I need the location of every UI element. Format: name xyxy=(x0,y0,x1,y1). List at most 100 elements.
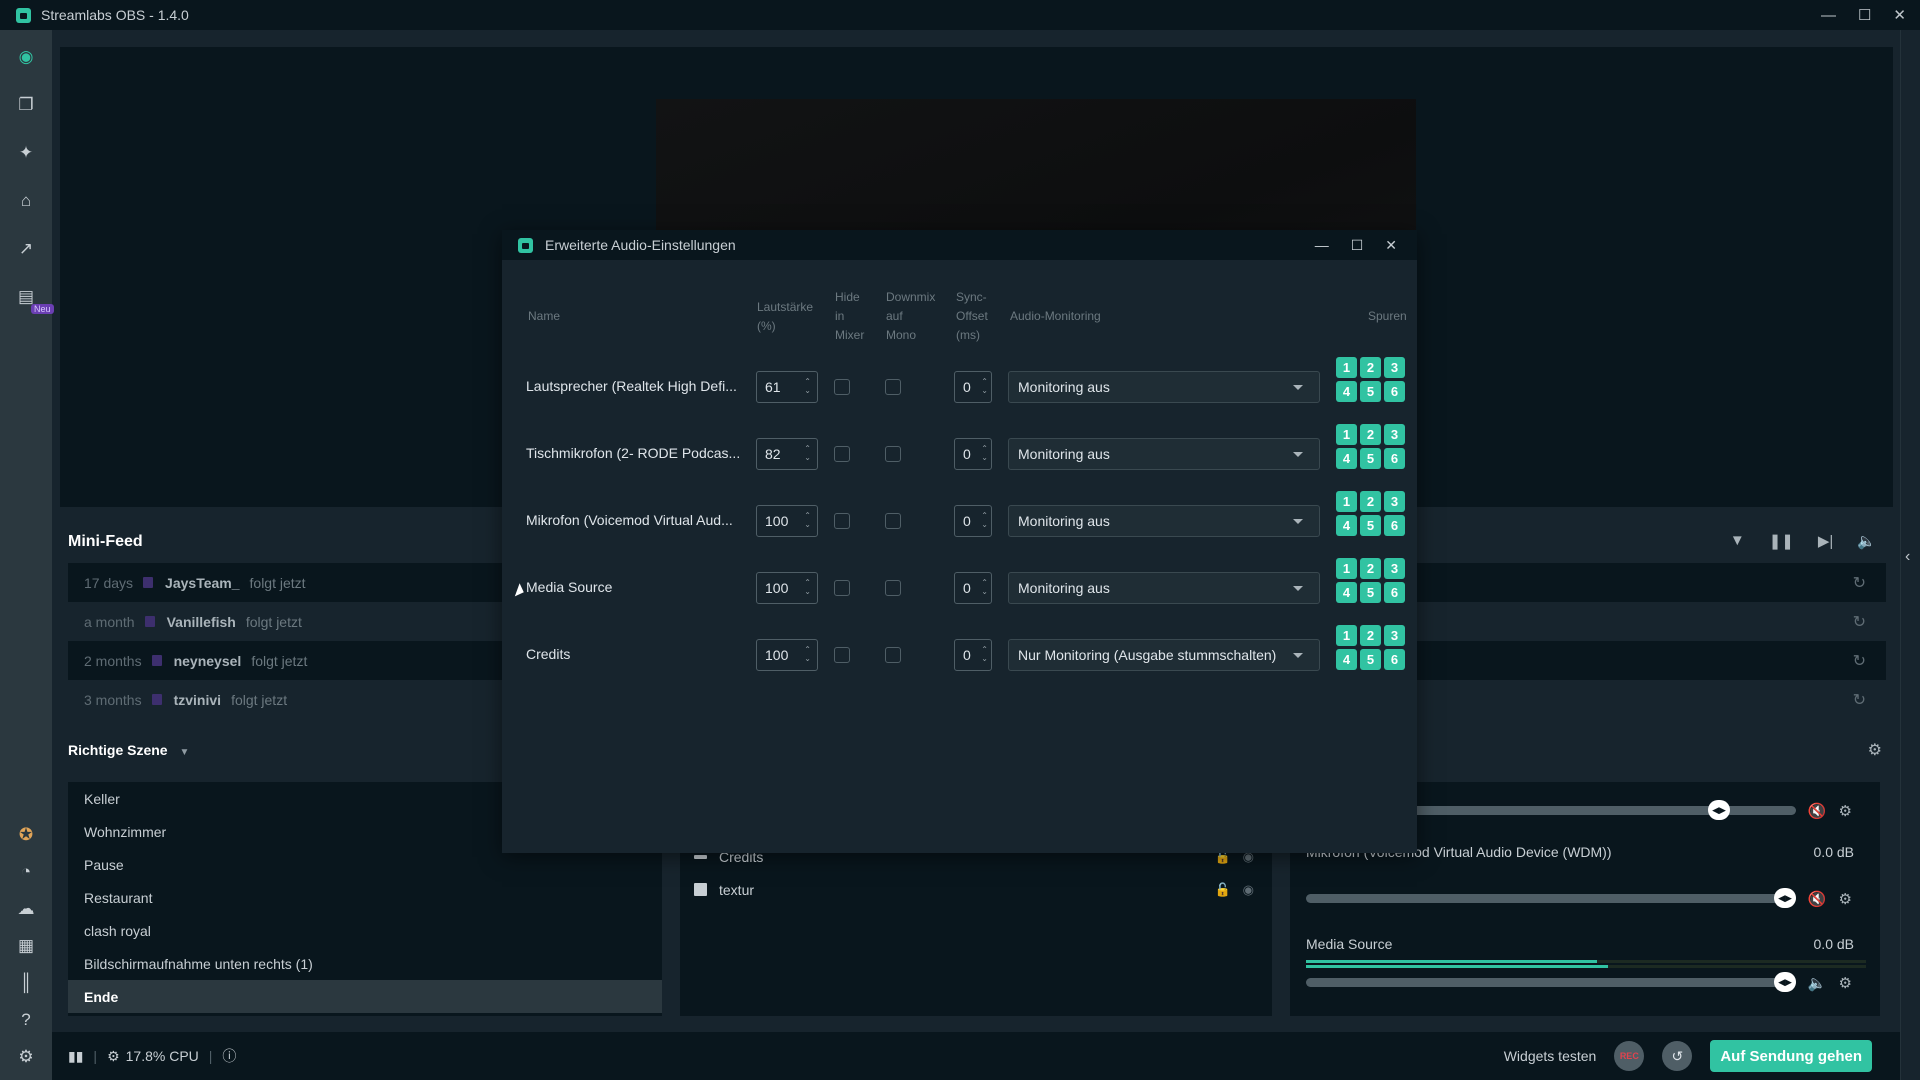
monitoring-select[interactable]: Monitoring aus xyxy=(1008,505,1320,537)
muted-speaker-icon[interactable]: 🔇 xyxy=(1808,802,1827,820)
track-toggle[interactable]: 2 xyxy=(1360,625,1381,646)
hide-in-mixer-checkbox[interactable] xyxy=(834,580,850,596)
track-toggle[interactable]: 6 xyxy=(1384,649,1405,670)
gear-icon[interactable]: ⚙ xyxy=(1839,974,1852,992)
gear-icon[interactable]: ⚙ xyxy=(15,1046,37,1068)
scene-collection-selector[interactable]: Richtige Szene ▼ xyxy=(68,742,189,758)
downmix-mono-checkbox[interactable] xyxy=(885,580,901,596)
columns-icon[interactable]: ║ xyxy=(15,972,37,994)
replay-icon[interactable]: ↻ xyxy=(1853,573,1866,593)
track-toggle[interactable]: 4 xyxy=(1336,515,1357,536)
sync-offset-input[interactable]: 0 ⌃ ⌄ xyxy=(954,639,992,671)
eye-icon[interactable]: ◉ xyxy=(1243,882,1254,898)
track-toggle[interactable]: 3 xyxy=(1384,357,1405,378)
track-toggle[interactable]: 1 xyxy=(1336,558,1357,579)
grid-icon[interactable]: ▦ xyxy=(15,935,37,957)
slider-thumb[interactable]: ◀▶ xyxy=(1774,888,1796,908)
spinner-icon[interactable]: ⌃ ⌄ xyxy=(804,645,811,663)
track-toggle[interactable]: 4 xyxy=(1336,649,1357,670)
replay-icon[interactable]: ↻ xyxy=(1853,690,1866,710)
stats-icon[interactable]: ▮▮ xyxy=(68,1048,83,1065)
scene-item[interactable]: Bildschirmaufnahme unten rechts (1) xyxy=(68,947,662,980)
volume-slider[interactable]: ◀▶ xyxy=(1306,972,1796,992)
dialog-minimize-button[interactable]: — xyxy=(1315,237,1329,253)
dialog-maximize-button[interactable]: ☐ xyxy=(1351,237,1364,254)
scene-item[interactable]: Restaurant xyxy=(68,881,662,914)
track-toggle[interactable]: 2 xyxy=(1360,558,1381,579)
gear-icon[interactable]: ⚙ xyxy=(1839,802,1852,820)
volume-input[interactable]: 82 ⌃ ⌄ xyxy=(756,438,818,470)
skip-icon[interactable]: ▶| xyxy=(1818,532,1833,550)
volume-input[interactable]: 100 ⌃ ⌄ xyxy=(756,572,818,604)
spinner-icon[interactable]: ⌃ ⌄ xyxy=(981,645,988,663)
source-item[interactable]: textur 🔓 ◉ xyxy=(680,873,1272,906)
monitoring-select[interactable]: Monitoring aus xyxy=(1008,371,1320,403)
scene-item-active[interactable]: Ende xyxy=(68,980,662,1013)
track-toggle[interactable]: 1 xyxy=(1336,357,1357,378)
chart-icon[interactable]: ↗ xyxy=(15,238,37,260)
track-toggle[interactable]: 1 xyxy=(1336,491,1357,512)
volume-slider[interactable]: ◀▶ xyxy=(1306,888,1796,908)
hide-in-mixer-checkbox[interactable] xyxy=(834,647,850,663)
downmix-mono-checkbox[interactable] xyxy=(885,647,901,663)
track-toggle[interactable]: 1 xyxy=(1336,424,1357,445)
lock-icon[interactable]: 🔓 xyxy=(1214,882,1230,898)
camera-icon[interactable]: ◉ xyxy=(15,46,37,68)
chevron-left-icon[interactable]: ‹ xyxy=(1905,548,1910,566)
track-toggle[interactable]: 1 xyxy=(1336,625,1357,646)
hide-in-mixer-checkbox[interactable] xyxy=(834,513,850,529)
replay-icon[interactable]: ↻ xyxy=(1853,651,1866,671)
speaker-icon[interactable]: 🔈 xyxy=(1808,974,1827,992)
scene-item[interactable]: clash royal xyxy=(68,914,662,947)
volume-input[interactable]: 100 ⌃ ⌄ xyxy=(756,505,818,537)
sync-offset-input[interactable]: 0 ⌃ ⌄ xyxy=(954,371,992,403)
record-button[interactable]: REC xyxy=(1614,1041,1645,1071)
downmix-mono-checkbox[interactable] xyxy=(885,446,901,462)
speedometer-icon[interactable]: ◔ xyxy=(15,861,37,883)
store-icon[interactable]: ⌂ xyxy=(15,190,37,212)
track-toggle[interactable]: 5 xyxy=(1360,381,1381,402)
hide-in-mixer-checkbox[interactable] xyxy=(834,379,850,395)
mixer-settings-gear-icon[interactable]: ⚙ xyxy=(1868,740,1882,760)
replay-buffer-button[interactable]: ↺ xyxy=(1662,1041,1693,1071)
replay-icon[interactable]: ↻ xyxy=(1853,612,1866,632)
track-toggle[interactable]: 6 xyxy=(1384,515,1405,536)
sync-offset-input[interactable]: 0 ⌃ ⌄ xyxy=(954,572,992,604)
monitoring-select[interactable]: Monitoring aus xyxy=(1008,572,1320,604)
help-icon[interactable]: ? xyxy=(15,1009,37,1031)
volume-input[interactable]: 61 ⌃ ⌄ xyxy=(756,371,818,403)
slider-thumb[interactable]: ◀▶ xyxy=(1774,972,1796,992)
track-toggle[interactable]: 3 xyxy=(1384,625,1405,646)
test-widgets-button[interactable]: Widgets testen xyxy=(1504,1048,1597,1064)
volume-input[interactable]: 100 ⌃ ⌄ xyxy=(756,639,818,671)
volume-icon[interactable]: 🔈 xyxy=(1857,532,1876,550)
spinner-icon[interactable]: ⌃ ⌄ xyxy=(981,511,988,529)
spinner-icon[interactable]: ⌃ ⌄ xyxy=(804,511,811,529)
sync-offset-input[interactable]: 0 ⌃ ⌄ xyxy=(954,505,992,537)
spinner-icon[interactable]: ⌃ ⌄ xyxy=(804,578,811,596)
track-toggle[interactable]: 2 xyxy=(1360,424,1381,445)
minimize-button[interactable]: — xyxy=(1821,7,1836,24)
spinner-icon[interactable]: ⌃ ⌄ xyxy=(804,377,811,395)
track-toggle[interactable]: 2 xyxy=(1360,357,1381,378)
track-toggle[interactable]: 6 xyxy=(1384,448,1405,469)
hide-in-mixer-checkbox[interactable] xyxy=(834,446,850,462)
muted-speaker-icon[interactable]: 🔇 xyxy=(1808,890,1827,908)
spinner-icon[interactable]: ⌃ ⌄ xyxy=(981,377,988,395)
track-toggle[interactable]: 5 xyxy=(1360,649,1381,670)
info-icon[interactable]: ⓘ xyxy=(222,1046,236,1066)
maximize-button[interactable]: ☐ xyxy=(1858,6,1871,24)
track-toggle[interactable]: 4 xyxy=(1336,582,1357,603)
track-toggle[interactable]: 6 xyxy=(1384,381,1405,402)
close-button[interactable]: ✕ xyxy=(1893,6,1906,24)
dialog-close-button[interactable]: ✕ xyxy=(1385,237,1397,254)
tools-icon[interactable]: ✦ xyxy=(15,142,37,164)
monitoring-select[interactable]: Nur Monitoring (Ausgabe stummschalten) xyxy=(1008,639,1320,671)
track-toggle[interactable]: 5 xyxy=(1360,448,1381,469)
slider-thumb[interactable]: ◀▶ xyxy=(1708,800,1730,820)
layers-icon[interactable]: ❐ xyxy=(15,94,37,116)
track-toggle[interactable]: 4 xyxy=(1336,381,1357,402)
track-toggle[interactable]: 5 xyxy=(1360,582,1381,603)
spinner-icon[interactable]: ⌃ ⌄ xyxy=(804,444,811,462)
track-toggle[interactable]: 3 xyxy=(1384,424,1405,445)
